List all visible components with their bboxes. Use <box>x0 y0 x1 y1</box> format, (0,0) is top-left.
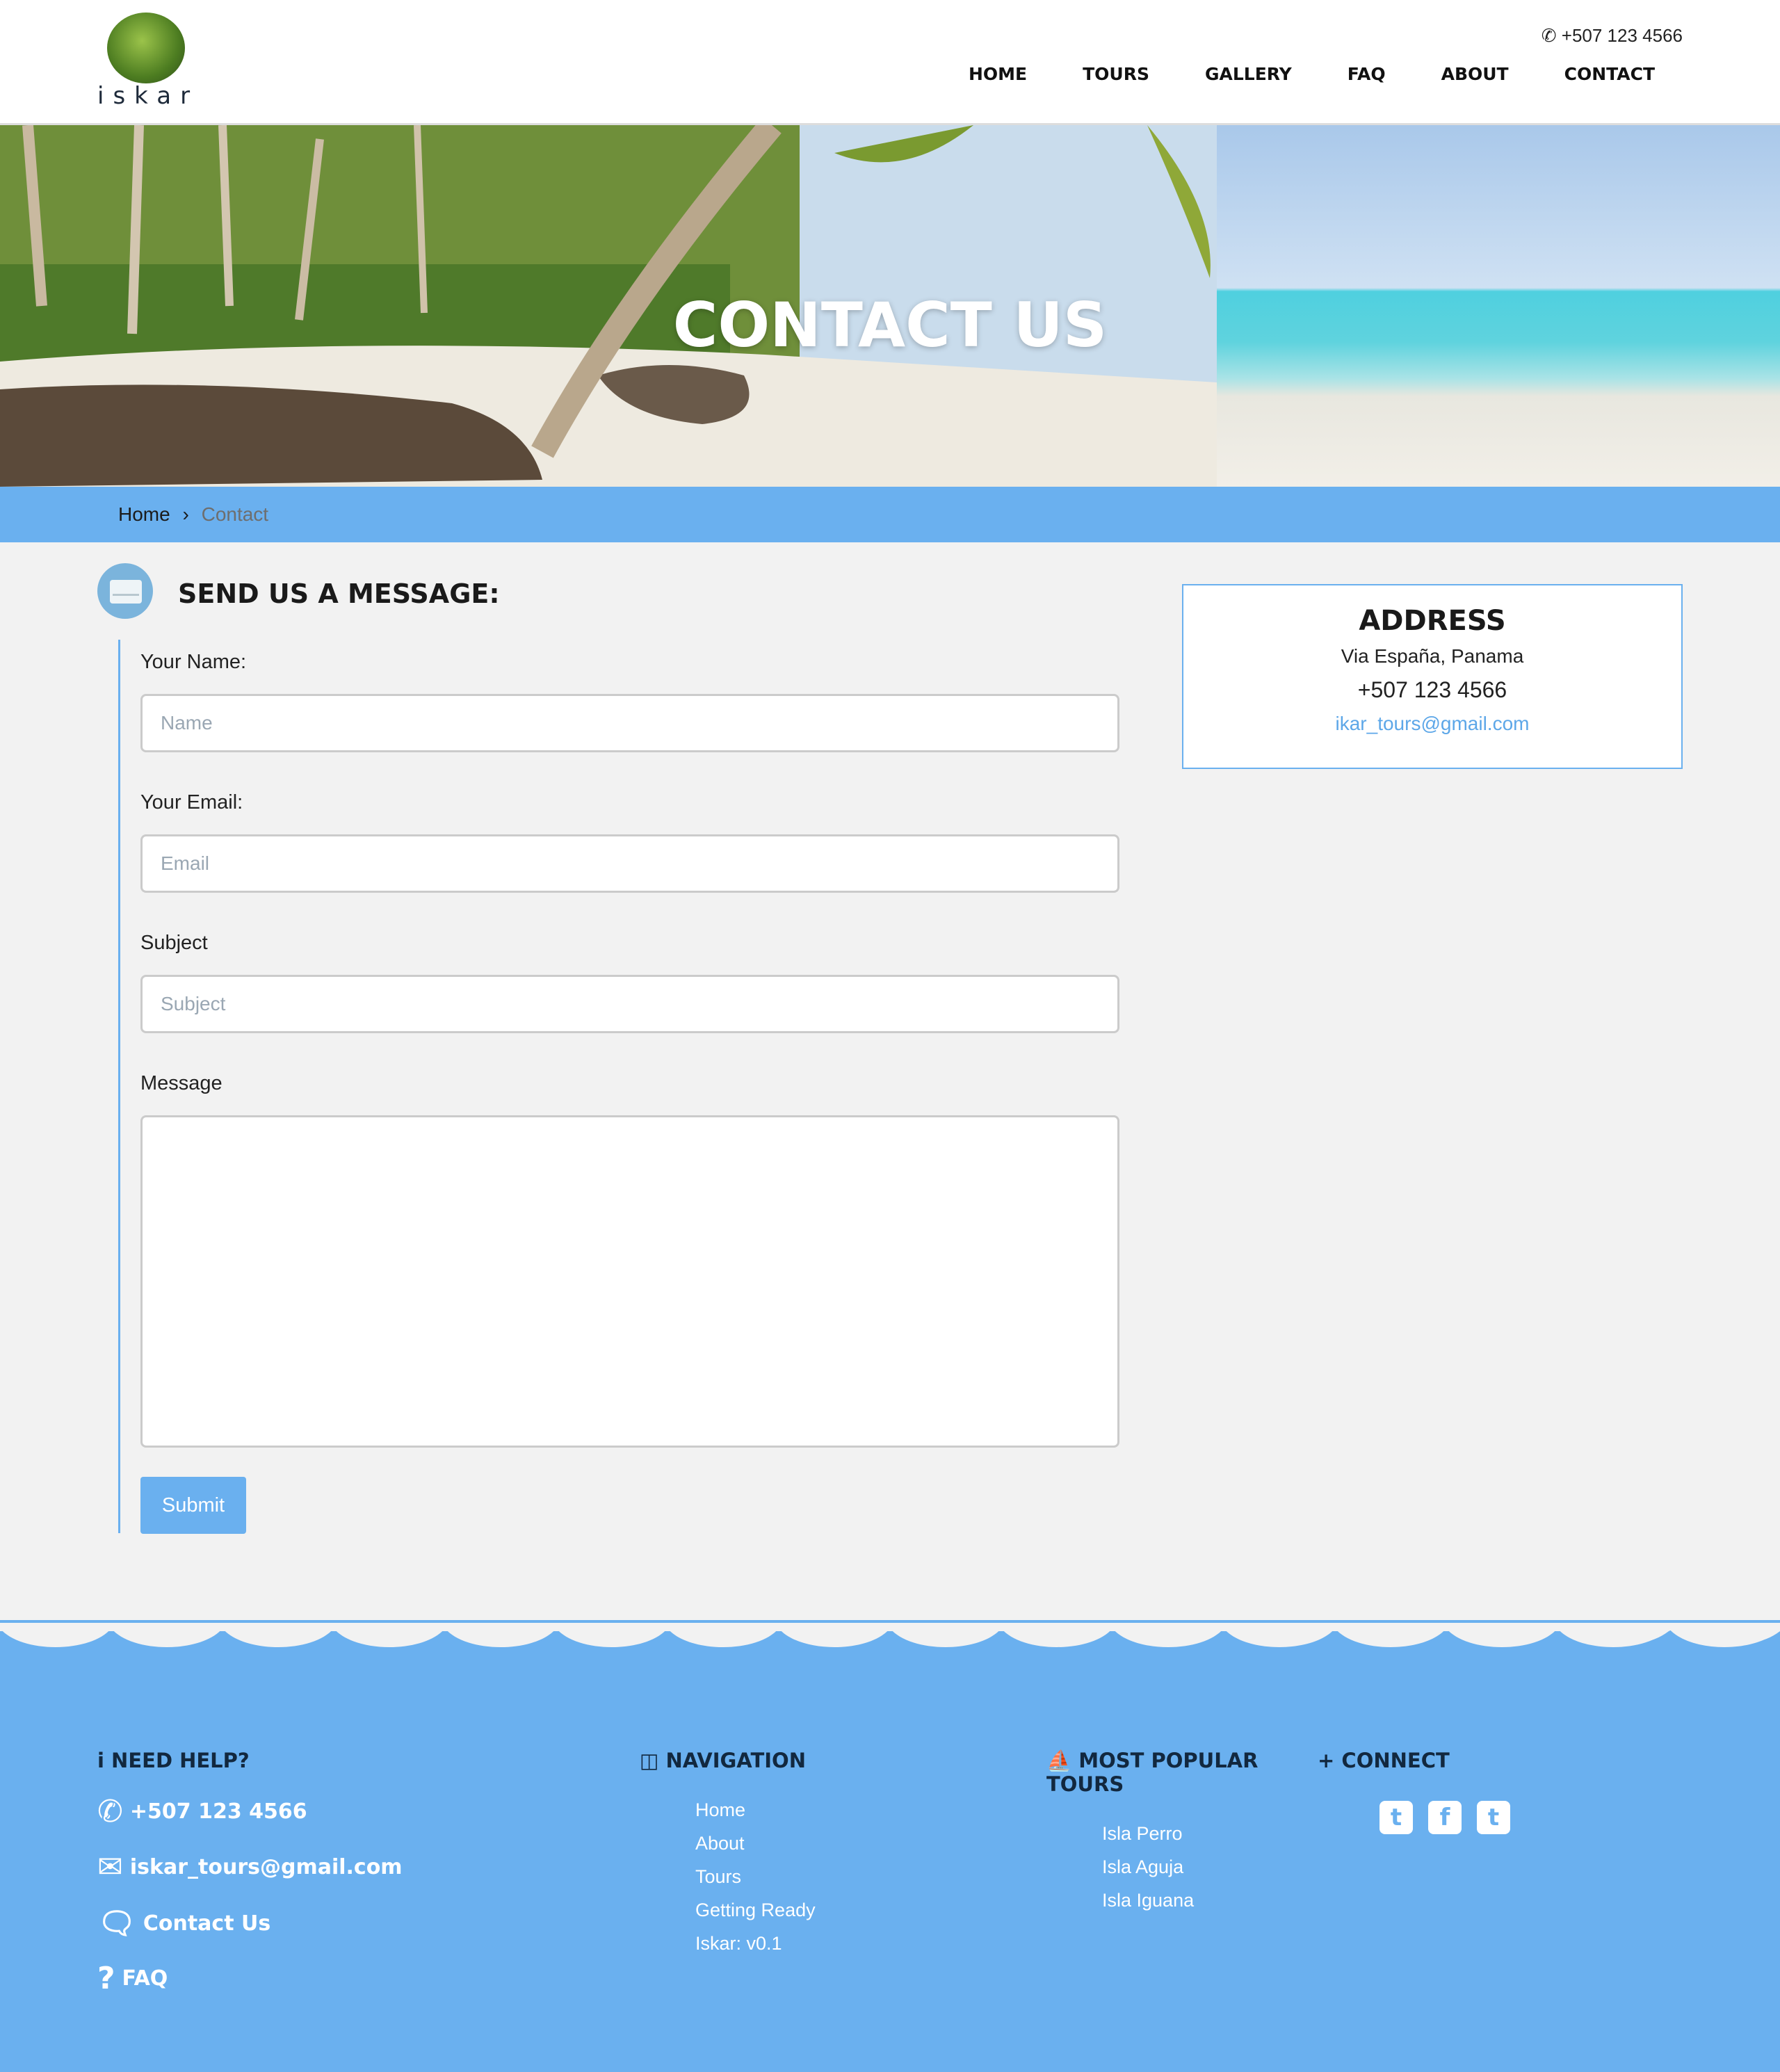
twitter-icon-2[interactable]: t <box>1477 1801 1510 1834</box>
header-phone: ✆ +507 123 4566 <box>1542 25 1683 47</box>
nav-contact[interactable]: CONTACT <box>1537 64 1683 84</box>
footer-nav-getting-ready[interactable]: Getting Ready <box>695 1900 816 1921</box>
breadcrumb-home[interactable]: Home <box>118 503 170 525</box>
envelope-icon: ✉ <box>97 1850 123 1885</box>
navigation-title: ◫ NAVIGATION <box>640 1749 806 1772</box>
hero-title: CONTACT US <box>672 289 1108 361</box>
wave-scallop <box>0 1628 111 1647</box>
footer-nav-tours[interactable]: Tours <box>695 1866 741 1888</box>
wave-scallop <box>445 1628 556 1647</box>
wave-scallop <box>1558 1628 1669 1647</box>
footer-email[interactable]: ✉ iskar_tours@gmail.com <box>97 1850 403 1885</box>
message-textarea[interactable] <box>140 1115 1119 1448</box>
form-accent-line <box>118 640 120 1533</box>
form-title: SEND US A MESSAGE: <box>178 578 500 609</box>
popular-tour-isla-aguja[interactable]: Isla Aguja <box>1102 1856 1183 1878</box>
footer-nav-home[interactable]: Home <box>695 1799 745 1821</box>
name-label: Your Name: <box>140 651 247 673</box>
facebook-icon[interactable]: f <box>1428 1801 1462 1834</box>
ship-icon: ⛵ <box>1046 1749 1079 1772</box>
address-title: ADDRESS <box>1359 605 1506 637</box>
site-footer <box>0 1620 1780 2072</box>
wave-scallop <box>1001 1628 1112 1647</box>
message-label: Message <box>140 1072 222 1094</box>
address-card: ADDRESS Via España, Panama +507 123 4566… <box>1182 584 1683 769</box>
footer-phone[interactable]: ✆ +507 123 4566 <box>97 1794 307 1829</box>
wave-divider <box>0 1623 1780 1647</box>
popular-tours-title: ⛵ MOST POPULAR TOURS <box>1046 1749 1259 1796</box>
address-email-link[interactable]: ikar_tours@gmail.com <box>1183 713 1681 735</box>
iskar-logo[interactable]: iskar <box>97 11 202 112</box>
breadcrumb-bar: Home › Contact <box>0 487 1780 542</box>
logo-text: iskar <box>97 82 200 110</box>
breadcrumb: Home › Contact <box>118 503 268 526</box>
plus-icon: + <box>1318 1749 1342 1772</box>
wave-scallop <box>1335 1628 1446 1647</box>
nav-gallery[interactable]: GALLERY <box>1177 64 1320 84</box>
question-icon: ? <box>97 1961 115 1996</box>
subject-label: Subject <box>140 932 208 954</box>
subject-input[interactable] <box>140 975 1119 1033</box>
nav-about[interactable]: ABOUT <box>1414 64 1537 84</box>
popular-tour-isla-perro[interactable]: Isla Perro <box>1102 1823 1183 1845</box>
iguana-logo-icon <box>107 13 185 83</box>
need-help-title: i NEED HELP? <box>97 1749 250 1772</box>
chevron-right-icon: › <box>182 503 189 525</box>
submit-button[interactable]: Submit <box>140 1477 246 1534</box>
wave-scallop <box>779 1628 890 1647</box>
footer-nav-version[interactable]: Iskar: v0.1 <box>695 1933 782 1954</box>
header-phone-number: +507 123 4566 <box>1561 25 1683 46</box>
wave-scallop <box>1669 1628 1780 1647</box>
wave-scallop <box>1446 1628 1558 1647</box>
address-phone: +507 123 4566 <box>1357 677 1507 702</box>
phone-icon: ✆ <box>97 1794 123 1829</box>
wave-scallop <box>668 1628 779 1647</box>
footer-nav-about[interactable]: About <box>695 1833 745 1854</box>
wave-scallop <box>1112 1628 1224 1647</box>
footer-faq-link[interactable]: ? FAQ <box>97 1961 168 1996</box>
wave-scallop <box>334 1628 445 1647</box>
wave-scallop <box>890 1628 1001 1647</box>
main-nav: HOME TOURS GALLERY FAQ ABOUT CONTACT <box>941 64 1683 84</box>
info-icon: i <box>97 1749 112 1772</box>
wave-scallop <box>556 1628 668 1647</box>
envelope-icon <box>97 563 153 619</box>
site-header: iskar ✆ +507 123 4566 HOME TOURS GALLERY… <box>0 0 1780 125</box>
name-input[interactable] <box>140 694 1119 752</box>
sitemap-icon: ◫ <box>640 1749 666 1772</box>
popular-tour-isla-iguana[interactable]: Isla Iguana <box>1102 1890 1194 1911</box>
wave-scallop <box>222 1628 334 1647</box>
connect-title: + CONNECT <box>1318 1749 1450 1772</box>
footer-contact-link[interactable]: 🗨 Contact Us <box>97 1905 270 1941</box>
twitter-icon[interactable]: t <box>1380 1801 1413 1834</box>
email-input[interactable] <box>140 834 1119 893</box>
address-street: Via España, Panama <box>1341 645 1524 667</box>
hero-banner: CONTACT US <box>0 125 1780 487</box>
nav-home[interactable]: HOME <box>941 64 1055 84</box>
email-label: Your Email: <box>140 791 243 814</box>
chat-icon: 🗨 <box>97 1906 136 1941</box>
wave-scallop <box>111 1628 222 1647</box>
breadcrumb-current: Contact <box>201 503 269 525</box>
social-links: t f t <box>1380 1801 1510 1834</box>
phone-icon: ✆ <box>1541 25 1557 46</box>
nav-tours[interactable]: TOURS <box>1055 64 1177 84</box>
wave-scallop <box>1224 1628 1335 1647</box>
nav-faq[interactable]: FAQ <box>1320 64 1414 84</box>
